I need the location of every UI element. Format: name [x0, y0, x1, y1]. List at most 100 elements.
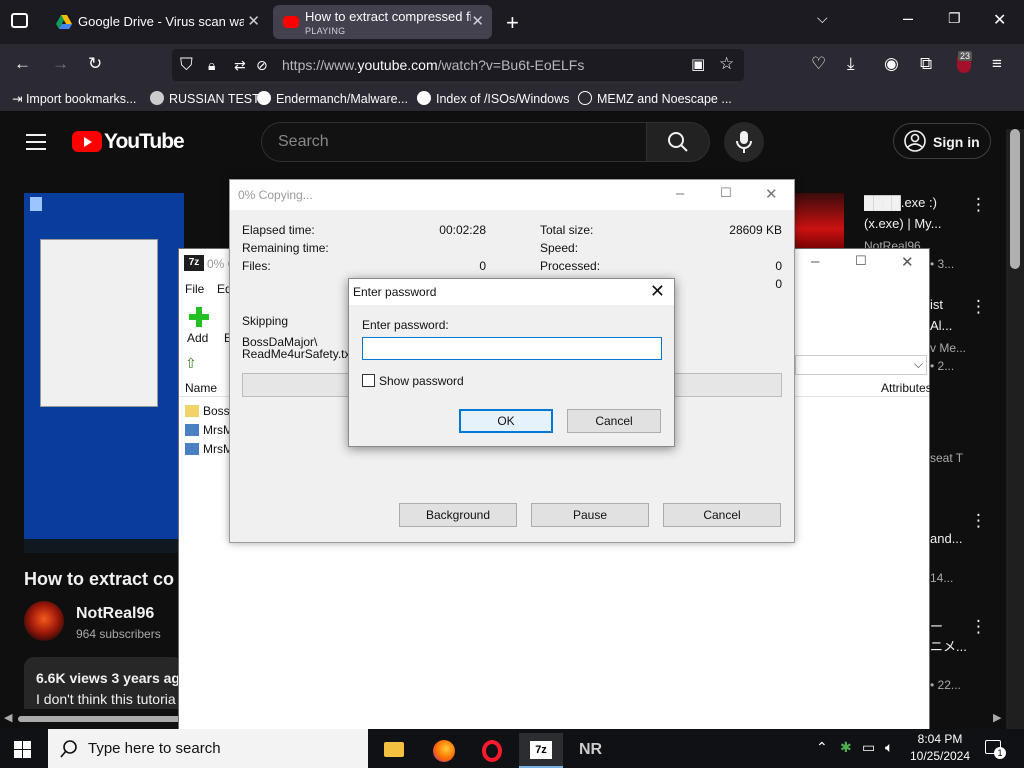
- lock-icon[interactable]: 🔒︎: [208, 55, 215, 75]
- video-player[interactable]: [24, 193, 184, 553]
- maximize-icon[interactable]: ❐: [948, 10, 961, 27]
- close-icon[interactable]: ✕: [650, 281, 665, 302]
- tab-youtube-video[interactable]: How to extract compressed file PLAYING ✕: [273, 5, 492, 39]
- voice-search-button[interactable]: [724, 122, 764, 162]
- related-video-thumbnail[interactable]: [794, 193, 844, 253]
- autoplay-blocked-icon[interactable]: ⊘: [256, 55, 268, 75]
- cancel-button[interactable]: Cancel: [567, 409, 661, 433]
- menu-hamburger-icon[interactable]: [26, 134, 46, 155]
- app-menu-icon[interactable]: ≡: [992, 54, 1002, 74]
- minimize-icon[interactable]: –: [676, 185, 684, 202]
- pocket-icon[interactable]: ♡: [811, 54, 826, 74]
- reload-icon[interactable]: ↻: [88, 54, 102, 74]
- taskbar-file-explorer[interactable]: [372, 733, 416, 768]
- scroll-right-icon[interactable]: ▶: [993, 711, 1001, 724]
- bookmark-isos[interactable]: Index of /ISOs/Windows: [417, 91, 569, 106]
- bookmark-memz[interactable]: MEMZ and Noescape ...: [578, 91, 732, 106]
- bookmark-russian-test[interactable]: RUSSIAN TEST: [150, 91, 260, 106]
- related-title[interactable]: (x.exe) | My...: [864, 216, 942, 231]
- taskbar-search-box[interactable]: Type here to search: [48, 729, 368, 768]
- system-clock[interactable]: 8:04 PM 10/25/2024: [908, 731, 972, 765]
- related-title[interactable]: ニメ...: [930, 636, 967, 655]
- url-bar[interactable]: ⛉ 🔒︎ ⇄ ⊘ https://www.youtube.com/watch?v…: [172, 49, 744, 81]
- dialog-titlebar[interactable]: Enter password ✕: [349, 279, 674, 305]
- related-meta: • 2...: [930, 359, 955, 373]
- taskbar-firefox[interactable]: [422, 733, 466, 768]
- maximize-icon[interactable]: ☐: [720, 185, 732, 201]
- chevron-up-icon[interactable]: ⌃: [816, 739, 828, 756]
- youtube-search-input[interactable]: Search: [261, 122, 647, 162]
- forward-arrow-icon[interactable]: →: [52, 54, 69, 74]
- cancel-copy-button[interactable]: Cancel: [663, 503, 781, 527]
- bookmark-star-icon[interactable]: ☆: [719, 54, 734, 74]
- minimize-icon[interactable]: –: [811, 253, 819, 270]
- downloads-icon[interactable]: ⤓: [847, 54, 855, 74]
- close-tab-icon[interactable]: ✕: [471, 12, 484, 30]
- windows-start-icon[interactable]: [14, 741, 31, 758]
- close-tab-icon[interactable]: ✕: [247, 12, 260, 30]
- chevron-down-icon[interactable]: ⌵: [817, 10, 828, 27]
- password-input[interactable]: [362, 337, 662, 360]
- maximize-icon[interactable]: ☐: [855, 253, 867, 269]
- related-title[interactable]: ist: [930, 297, 943, 312]
- reader-view-icon[interactable]: ▣: [691, 55, 705, 75]
- speed-label: Speed:: [540, 241, 579, 255]
- more-options-icon[interactable]: ⋮: [970, 195, 987, 215]
- taskbar-7zip[interactable]: 7z: [519, 733, 563, 768]
- scroll-left-icon[interactable]: ◀: [4, 711, 12, 724]
- close-icon[interactable]: ✕: [765, 185, 778, 203]
- add-plus-icon[interactable]: [187, 305, 211, 329]
- more-options-icon[interactable]: ⋮: [970, 511, 987, 531]
- google-icon: [257, 91, 271, 105]
- taskbar-nr-app[interactable]: NR: [565, 733, 609, 768]
- related-title[interactable]: Al...: [930, 318, 952, 333]
- new-tab-icon[interactable]: +: [506, 10, 519, 36]
- background-button[interactable]: Background: [399, 503, 517, 527]
- tab-google-drive[interactable]: Google Drive - Virus scan warni ✕: [46, 5, 268, 39]
- add-button-label[interactable]: Add: [187, 331, 208, 345]
- volume-icon[interactable]: 🔈︎: [885, 739, 893, 756]
- close-window-icon[interactable]: ✕: [993, 10, 1006, 30]
- column-attributes[interactable]: Attributes: [881, 381, 932, 395]
- search-button[interactable]: [646, 122, 710, 162]
- minimize-icon[interactable]: –: [903, 8, 913, 29]
- related-title[interactable]: ー: [930, 616, 943, 635]
- related-title[interactable]: and...: [930, 531, 963, 546]
- tab-list-icon[interactable]: [11, 13, 28, 28]
- up-folder-icon[interactable]: ⇧: [185, 355, 197, 372]
- bookmark-endermanch[interactable]: Endermanch/Malware...: [257, 91, 408, 106]
- bookmark-import[interactable]: ⇥ Import bookmarks...: [12, 91, 136, 106]
- file-row[interactable]: MrsM: [185, 442, 233, 456]
- more-options-icon[interactable]: ⋮: [970, 617, 987, 637]
- account-icon[interactable]: ◉: [884, 54, 899, 74]
- show-password-label[interactable]: Show password: [379, 374, 464, 388]
- sign-in-button[interactable]: Sign in: [893, 123, 991, 159]
- file-row[interactable]: MrsM: [185, 423, 233, 437]
- column-name[interactable]: Name: [185, 381, 217, 395]
- show-password-checkbox[interactable]: [362, 374, 375, 387]
- related-title[interactable]: ████.exe :): [864, 195, 937, 210]
- network-icon[interactable]: ▭: [862, 739, 875, 756]
- extensions-icon[interactable]: ⧉: [920, 54, 932, 74]
- permissions-icon[interactable]: ⇄: [234, 55, 246, 75]
- url-text[interactable]: https://www.youtube.com/watch?v=Bu6t-EoE…: [282, 57, 584, 73]
- window-titlebar[interactable]: 0% Copying... – ☐ ✕: [230, 180, 794, 210]
- back-arrow-icon[interactable]: ←: [14, 54, 31, 74]
- menu-file[interactable]: File: [185, 282, 204, 296]
- more-options-icon[interactable]: ⋮: [970, 297, 987, 317]
- security-icon[interactable]: ✱: [840, 739, 852, 756]
- ok-button[interactable]: OK: [459, 409, 553, 433]
- vertical-scrollbar[interactable]: [1006, 129, 1024, 729]
- tracking-shield-icon[interactable]: ⛉: [180, 55, 193, 75]
- close-icon[interactable]: ✕: [901, 253, 914, 271]
- channel-name[interactable]: NotReal96: [76, 605, 154, 623]
- video-title: How to extract co: [24, 569, 175, 589]
- scrollbar-thumb[interactable]: [1010, 129, 1020, 269]
- taskbar-opera[interactable]: [470, 733, 514, 768]
- pause-button[interactable]: Pause: [531, 503, 649, 527]
- tab-title: How to extract compressed file: [305, 9, 471, 24]
- path-dropdown[interactable]: ⌵: [795, 355, 927, 375]
- elapsed-time-label: Elapsed time:: [242, 223, 315, 237]
- compressed-value: 0: [775, 277, 782, 291]
- channel-avatar[interactable]: [24, 601, 64, 641]
